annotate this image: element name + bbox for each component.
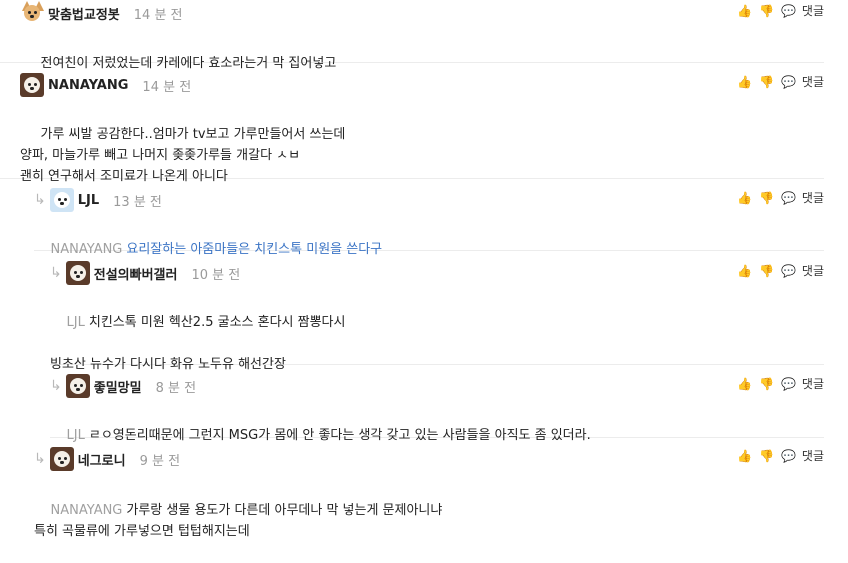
reply-button[interactable]: 댓글 bbox=[802, 189, 824, 206]
avatar[interactable] bbox=[49, 447, 74, 471]
speech-bubble-icon[interactable]: 💬 bbox=[778, 449, 800, 463]
comment-text: NANAYANG 가루랑 생물 용도가 다른데 아무데나 막 넣는게 문제아니냐 … bbox=[34, 503, 443, 539]
comment-time: 10 분 전 bbox=[191, 267, 241, 283]
comment-time: 14 분 전 bbox=[133, 7, 183, 23]
comment-time: 14 분 전 bbox=[142, 79, 192, 95]
comment-reply: ↳ 네그로니 9 분 전 👍 👎 💬 댓글 NANAYANG 가루랑 생물 용도가… bbox=[34, 438, 824, 539]
comment-author[interactable]: 전설의빠버갤러 bbox=[94, 264, 178, 283]
comment-author[interactable]: 네그로니 bbox=[78, 450, 126, 469]
comment-actions: 👍 👎 💬 댓글 bbox=[734, 262, 824, 279]
thumbs-up-icon[interactable]: 👍 bbox=[734, 75, 756, 89]
comment-author[interactable]: LJL bbox=[78, 193, 99, 208]
reply-arrow-icon: ↳ bbox=[34, 192, 46, 208]
comment-actions: 👍 👎 💬 댓글 bbox=[734, 2, 824, 19]
speech-bubble-icon[interactable]: 💬 bbox=[778, 377, 800, 391]
comment-author[interactable]: NANAYANG bbox=[48, 78, 128, 93]
thumbs-down-icon[interactable]: 👎 bbox=[756, 449, 778, 463]
thumbs-up-icon[interactable]: 👍 bbox=[734, 377, 756, 391]
thumbs-down-icon[interactable]: 👎 bbox=[756, 4, 778, 18]
comment-author[interactable]: 맞춤법교정봇 bbox=[48, 4, 120, 23]
thumbs-down-icon[interactable]: 👎 bbox=[756, 191, 778, 205]
thumbs-down-icon[interactable]: 👎 bbox=[756, 264, 778, 278]
avatar[interactable] bbox=[65, 261, 90, 285]
comment: NANAYANG 14 분 전 👍 👎 💬 댓글 가루 씨발 공감한다..엄마가… bbox=[0, 63, 824, 184]
thumbs-up-icon[interactable]: 👍 bbox=[734, 4, 756, 18]
comment-author[interactable]: 좋밀망밀 bbox=[94, 377, 142, 396]
reply-arrow-icon: ↳ bbox=[50, 265, 62, 281]
avatar[interactable] bbox=[20, 1, 44, 25]
speech-bubble-icon[interactable]: 💬 bbox=[778, 264, 800, 278]
comment-time: 13 분 전 bbox=[113, 194, 162, 210]
avatar[interactable] bbox=[65, 374, 90, 398]
comment-actions: 👍 👎 💬 댓글 bbox=[734, 189, 824, 206]
thumbs-down-icon[interactable]: 👎 bbox=[756, 377, 778, 391]
comment-mention: LJL bbox=[66, 315, 85, 330]
thumbs-up-icon[interactable]: 👍 bbox=[734, 191, 756, 205]
thumbs-up-icon[interactable]: 👍 bbox=[734, 449, 756, 463]
avatar[interactable] bbox=[49, 188, 74, 212]
speech-bubble-icon[interactable]: 💬 bbox=[778, 4, 800, 18]
comment-actions: 👍 👎 💬 댓글 bbox=[734, 447, 824, 464]
reply-button[interactable]: 댓글 bbox=[802, 447, 824, 464]
comment-reply: ↳ 전설의빠버갤러 10 분 전 👍 👎 💬 댓글 LJL 치킨스톡 미원 헥산2… bbox=[50, 251, 824, 372]
comment-actions: 👍 👎 💬 댓글 bbox=[734, 73, 824, 90]
comment-reply: ↳ 좋밀망밀 8 분 전 👍 👎 💬 댓글 LJL ㄹㅇ영돈리때문에 그런지 MS… bbox=[50, 365, 824, 443]
comment-actions: 👍 👎 💬 댓글 bbox=[734, 375, 824, 392]
comment-reply: ↳ LJL 13 분 전 👍 👎 💬 댓글 NANAYANG 요리잘하는 아줌마들… bbox=[34, 179, 824, 257]
reply-button[interactable]: 댓글 bbox=[802, 375, 824, 392]
reply-arrow-icon: ↳ bbox=[50, 378, 62, 394]
comment-time: 9 분 전 bbox=[139, 453, 181, 469]
reply-arrow-icon: ↳ bbox=[34, 451, 46, 467]
speech-bubble-icon[interactable]: 💬 bbox=[778, 191, 800, 205]
reply-button[interactable]: 댓글 bbox=[802, 262, 824, 279]
comment-mention: NANAYANG bbox=[50, 503, 123, 518]
thumbs-up-icon[interactable]: 👍 bbox=[734, 264, 756, 278]
reply-button[interactable]: 댓글 bbox=[802, 73, 824, 90]
comment: 맞춤법교정봇 14 분 전 👍 👎 💬 댓글 전여친이 저렀었는데 카레에다 효… bbox=[0, 0, 824, 71]
comment-time: 8 분 전 bbox=[155, 380, 197, 396]
speech-bubble-icon[interactable]: 💬 bbox=[778, 75, 800, 89]
thumbs-down-icon[interactable]: 👎 bbox=[756, 75, 778, 89]
avatar[interactable] bbox=[20, 73, 44, 97]
reply-button[interactable]: 댓글 bbox=[802, 2, 824, 19]
